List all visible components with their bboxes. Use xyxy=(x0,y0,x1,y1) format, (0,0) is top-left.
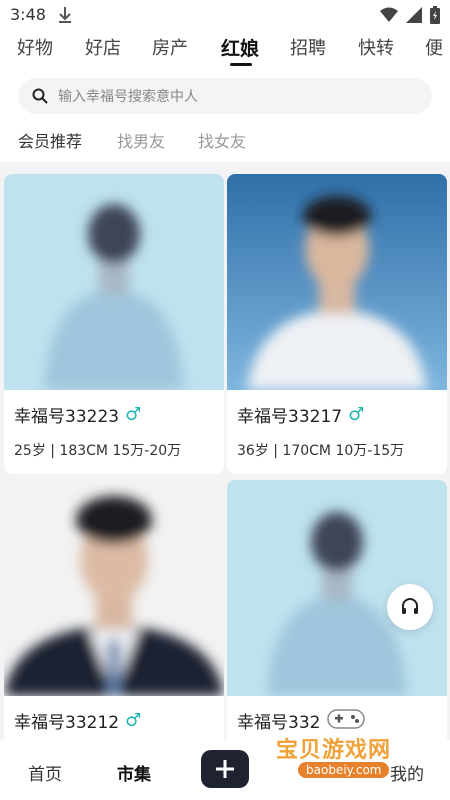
profile-photo xyxy=(4,480,224,696)
subtab-find-girlfriend[interactable]: 找女友 xyxy=(198,128,246,152)
tab-fangchan[interactable]: 房产 xyxy=(152,34,188,60)
profile-id: 幸福号33217 xyxy=(237,407,343,427)
tab-haodian[interactable]: 好店 xyxy=(85,34,121,60)
tab-kuaizhuan[interactable]: 快转 xyxy=(358,34,394,60)
signal-icon xyxy=(406,7,422,23)
customer-service-button[interactable] xyxy=(387,584,433,630)
status-time: 3:48 xyxy=(10,5,46,24)
plus-icon xyxy=(216,760,234,778)
search-icon xyxy=(32,88,48,104)
headset-icon xyxy=(402,598,418,614)
profile-photo xyxy=(4,174,224,390)
tab-bian[interactable]: 便 xyxy=(425,34,443,60)
download-icon xyxy=(59,7,71,23)
male-icon: ♂ xyxy=(125,404,142,425)
watermark-url: baobeiy.com xyxy=(298,762,390,778)
search-placeholder: 输入幸福号搜索意中人 xyxy=(58,89,198,105)
profile-id: 幸福号33223 xyxy=(14,407,120,427)
category-tabs: 好物 好店 房产 红娘 招聘 快转 便 xyxy=(0,30,450,66)
profile-card[interactable]: 幸福号33223 ♂ 25岁 | 183CM 15万-20万 xyxy=(4,174,224,474)
active-tab-indicator xyxy=(230,63,252,66)
watermark-text: 宝贝游戏网 xyxy=(276,738,392,763)
profile-id: 幸福号33212 xyxy=(14,713,120,733)
subtab-member-recommend[interactable]: 会员推荐 xyxy=(18,128,82,152)
profile-photo xyxy=(227,174,447,390)
gamepad-icon xyxy=(327,709,365,729)
nav-home[interactable]: 首页 xyxy=(28,760,62,785)
watermark-logo: 宝贝游戏网 baobeiy.com xyxy=(268,702,448,792)
profile-name: 幸福号33217 ♂ xyxy=(237,402,364,427)
profile-meta: 36岁 | 170CM 10万-15万 xyxy=(237,443,405,459)
tab-zhaopin[interactable]: 招聘 xyxy=(290,34,326,60)
search-bar[interactable]: 输入幸福号搜索意中人 xyxy=(18,78,432,114)
profile-name: 幸福号33212 ♂ xyxy=(14,708,141,733)
tab-haowu[interactable]: 好物 xyxy=(17,34,53,60)
profile-grid: 幸福号33223 ♂ 25岁 | 183CM 15万-20万 幸福号33217 … xyxy=(0,162,450,740)
subtab-find-boyfriend[interactable]: 找男友 xyxy=(117,128,165,152)
publish-button[interactable] xyxy=(201,750,249,788)
status-bar: 3:48 xyxy=(0,0,450,30)
wifi-icon xyxy=(380,7,398,22)
male-icon: ♂ xyxy=(348,404,365,425)
sub-tabs: 会员推荐 找男友 找女友 xyxy=(0,126,450,154)
profile-name: 幸福号33223 ♂ xyxy=(14,402,141,427)
profile-card[interactable]: 幸福号33212 ♂ xyxy=(4,480,224,740)
profile-card[interactable]: 幸福号33217 ♂ 36岁 | 170CM 10万-15万 xyxy=(227,174,447,474)
tab-hongniang[interactable]: 红娘 xyxy=(221,34,259,61)
profile-meta: 25岁 | 183CM 15万-20万 xyxy=(14,443,182,459)
nav-market[interactable]: 市集 xyxy=(117,760,151,785)
male-icon: ♂ xyxy=(125,710,142,731)
battery-icon xyxy=(430,6,440,24)
